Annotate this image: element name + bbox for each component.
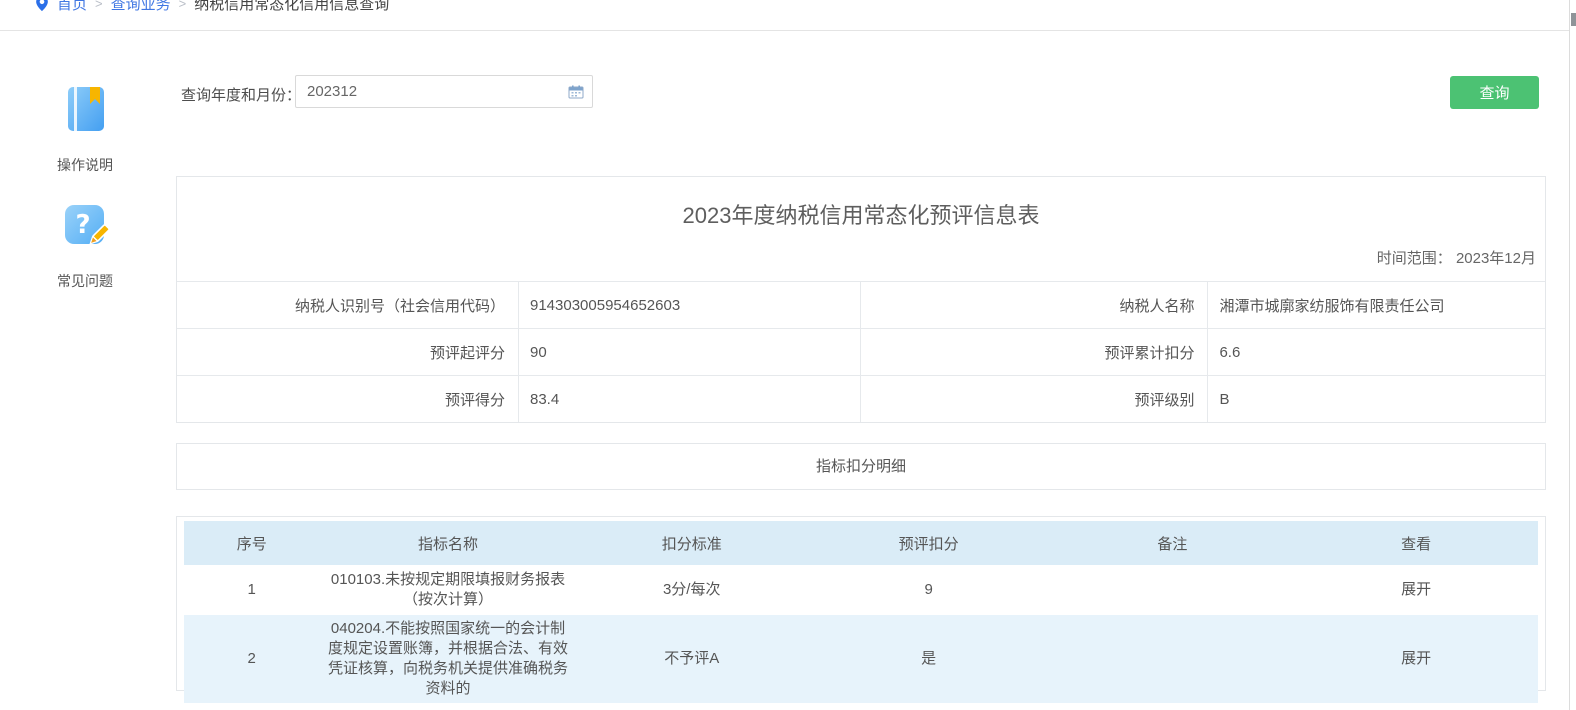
rating-level-value: B (1208, 376, 1545, 422)
report-row: 预评得分 83.4 预评级别 B (177, 375, 1545, 422)
report-title: 2023年度纳税信用常态化预评信息表 (177, 198, 1545, 230)
calendar-icon[interactable] (568, 85, 584, 99)
rating-level-label: 预评级别 (861, 376, 1208, 422)
breadcrumb-query-business[interactable]: 查询业务 (111, 0, 171, 14)
base-score-label: 预评起评分 (177, 329, 519, 375)
row-deduction-standard: 3分/每次 (577, 565, 807, 615)
expand-link[interactable]: 展开 (1294, 615, 1538, 703)
time-range-label: 时间范围： (1377, 250, 1452, 267)
breadcrumb-separator: > (179, 0, 187, 11)
row-remark (1051, 565, 1295, 615)
col-view: 查看 (1294, 521, 1538, 565)
total-deduction-value: 6.6 (1208, 329, 1545, 375)
time-range-value: 2023年12月 (1456, 250, 1536, 267)
report-fields: 纳税人识别号（社会信用代码） 914303005954652603 纳税人名称 … (177, 281, 1545, 422)
book-bookmark-icon (61, 84, 109, 134)
report-row: 预评起评分 90 预评累计扣分 6.6 (177, 328, 1545, 375)
col-indicator-name: 指标名称 (319, 521, 576, 565)
location-pin-icon (35, 0, 49, 12)
detail-card: 序号 指标名称 扣分标准 预评扣分 备注 查看 1 010103.未按规定期限填… (176, 516, 1546, 691)
row-indicator-name: 040204.不能按照国家统一的会计制度规定设置账簿，并根据合法、有效凭证核算，… (319, 615, 576, 703)
search-button[interactable]: 查询 (1450, 76, 1539, 109)
final-score-label: 预评得分 (177, 376, 519, 422)
table-header-row: 序号 指标名称 扣分标准 预评扣分 备注 查看 (184, 521, 1538, 565)
row-remark (1051, 615, 1295, 703)
sidebar-item-instructions-label: 操作说明 (48, 155, 122, 175)
row-pre-deduction: 是 (807, 615, 1051, 703)
query-period-label: 查询年度和月份： (181, 84, 301, 105)
table-row: 2 040204.不能按照国家统一的会计制度规定设置账簿，并根据合法、有效凭证核… (184, 615, 1538, 703)
deduction-table: 序号 指标名称 扣分标准 预评扣分 备注 查看 1 010103.未按规定期限填… (184, 521, 1538, 703)
sidebar-item-instructions[interactable]: 操作说明 (48, 84, 122, 175)
row-deduction-standard: 不予评A (577, 615, 807, 703)
scrollbar-track[interactable] (1569, 0, 1576, 710)
col-deduction-standard: 扣分标准 (577, 521, 807, 565)
table-row: 1 010103.未按规定期限填报财务报表 （按次计算） 3分/每次 9 展开 (184, 565, 1538, 615)
taxpayer-id-value: 914303005954652603 (519, 282, 861, 328)
sidebar-item-faq[interactable]: ? 常见问题 (48, 200, 122, 291)
expand-link[interactable]: 展开 (1294, 565, 1538, 615)
report-row: 纳税人识别号（社会信用代码） 914303005954652603 纳税人名称 … (177, 281, 1545, 328)
base-score-value: 90 (519, 329, 861, 375)
total-deduction-label: 预评累计扣分 (861, 329, 1208, 375)
taxpayer-id-label: 纳税人识别号（社会信用代码） (177, 282, 519, 328)
report-card: 2023年度纳税信用常态化预评信息表 时间范围： 2023年12月 纳税人识别号… (176, 176, 1546, 423)
svg-text:?: ? (75, 210, 90, 240)
taxpayer-name-value: 湘潭市城廓家纺服饰有限责任公司 (1208, 282, 1545, 328)
breadcrumb-bar: 首页 > 查询业务 > 纳税信用常态化信用信息查询 (0, 0, 1576, 31)
query-period-input[interactable] (295, 75, 593, 108)
section-header: 指标扣分明细 (176, 443, 1546, 490)
time-range: 时间范围： 2023年12月 (1377, 247, 1536, 268)
final-score-value: 83.4 (519, 376, 861, 422)
col-pre-deduction: 预评扣分 (807, 521, 1051, 565)
row-seq: 1 (184, 565, 319, 615)
row-pre-deduction: 9 (807, 565, 1051, 615)
scrollbar-thumb[interactable] (1571, 13, 1576, 26)
breadcrumb: 首页 > 查询业务 > 纳税信用常态化信用信息查询 (35, 0, 389, 14)
taxpayer-name-label: 纳税人名称 (861, 282, 1208, 328)
sidebar-item-faq-label: 常见问题 (48, 271, 122, 291)
breadcrumb-separator: > (95, 0, 103, 11)
breadcrumb-current: 纳税信用常态化信用信息查询 (194, 0, 389, 14)
col-seq: 序号 (184, 521, 319, 565)
breadcrumb-home[interactable]: 首页 (57, 0, 87, 14)
row-indicator-name: 010103.未按规定期限填报财务报表 （按次计算） (319, 565, 576, 615)
question-pencil-icon: ? (61, 200, 109, 250)
col-remark: 备注 (1051, 521, 1295, 565)
page: 首页 > 查询业务 > 纳税信用常态化信用信息查询 操作说明 (0, 0, 1576, 710)
row-seq: 2 (184, 615, 319, 703)
